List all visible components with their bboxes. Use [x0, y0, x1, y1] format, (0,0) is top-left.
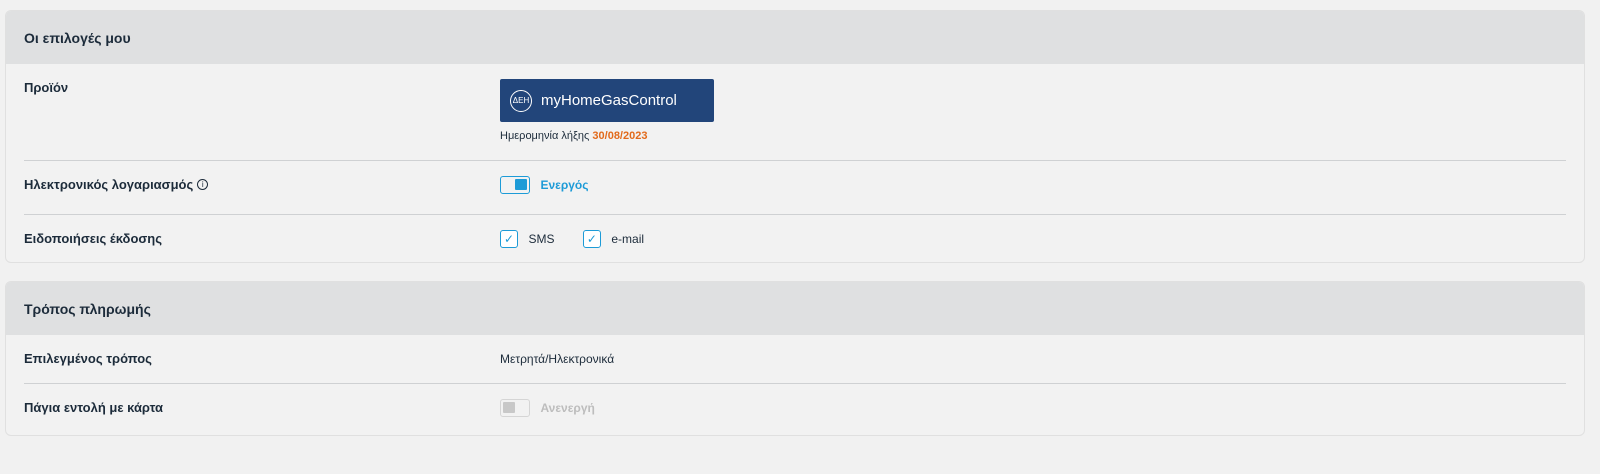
- sms-checkbox[interactable]: ✓: [500, 230, 518, 248]
- expiry-info: Ημερομηνία λήξης 30/08/2023: [500, 130, 714, 142]
- standing-order-status: Ανενεργή: [540, 401, 595, 415]
- my-options-header: Οι επιλογές μου: [6, 11, 1584, 64]
- email-checkbox[interactable]: ✓: [582, 230, 601, 248]
- product-badge: ΔΕΗ myHomeGasControl: [500, 79, 714, 122]
- e-account-status: Ενεργός: [540, 178, 589, 192]
- selected-method-label: Επιλεγμένος τρόπος: [24, 351, 152, 366]
- product-row: Προϊόν ΔΕΗ myHomeGasControl Ημερομηνία λ…: [6, 64, 1584, 161]
- notifications-label: Ειδοποιήσεις έκδοσης: [24, 231, 162, 246]
- payment-method-title: Τρόπος πληρωμής: [24, 300, 151, 317]
- email-label: e-mail: [611, 232, 645, 246]
- notifications-row: Ειδοποιήσεις έκδοσης ✓ SMS ✓ e-mail: [6, 215, 1584, 262]
- standing-order-label: Πάγια εντολή με κάρτα: [24, 400, 164, 415]
- e-account-row: Ηλεκτρονικός λογαριασμός i Ενεργός: [6, 161, 1584, 215]
- standing-order-row: Πάγια εντολή με κάρτα Ανενεργή: [6, 384, 1584, 435]
- standing-order-toggle[interactable]: [500, 399, 530, 417]
- expiry-label: Ημερομηνία λήξης: [500, 130, 590, 142]
- e-account-toggle[interactable]: [500, 176, 530, 194]
- product-label: Προϊόν: [24, 80, 69, 95]
- product-name: myHomeGasControl: [541, 92, 677, 109]
- info-icon[interactable]: i: [197, 179, 209, 190]
- my-options-card: Οι επιλογές μου Προϊόν ΔΕΗ myHomeGasCont…: [5, 10, 1585, 263]
- dei-logo-icon: ΔΕΗ: [510, 89, 532, 112]
- toggle-knob: [515, 179, 527, 190]
- selected-method-value: Μετρητά/Ηλεκτρονικά: [500, 352, 615, 366]
- e-account-label: Ηλεκτρονικός λογαριασμός: [24, 177, 194, 192]
- toggle-knob: [503, 402, 515, 413]
- expiry-date: 30/08/2023: [592, 130, 648, 142]
- payment-method-header: Τρόπος πληρωμής: [6, 282, 1584, 335]
- product-value: ΔΕΗ myHomeGasControl Ημερομηνία λήξης 30…: [500, 79, 714, 142]
- my-options-title: Οι επιλογές μου: [24, 29, 131, 46]
- selected-method-row: Επιλεγμένος τρόπος Μετρητά/Ηλεκτρονικά: [6, 335, 1584, 384]
- payment-method-card: Τρόπος πληρωμής Επιλεγμένος τρόπος Μετρη…: [5, 281, 1585, 436]
- sms-label: SMS: [528, 232, 555, 246]
